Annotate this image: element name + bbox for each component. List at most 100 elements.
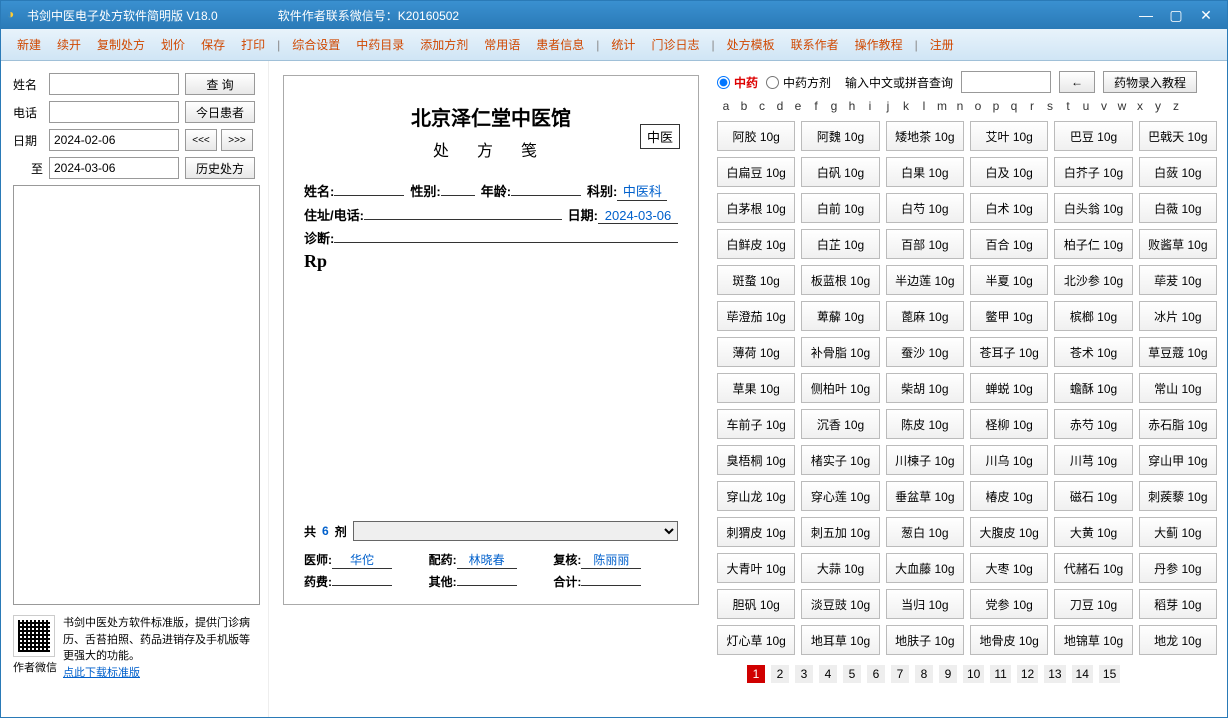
herb-button[interactable]: 大蒜 10g — [801, 553, 879, 583]
herb-button[interactable]: 大枣 10g — [970, 553, 1048, 583]
menu-item-添加方剂[interactable]: 添加方剂 — [412, 32, 476, 57]
alpha-l[interactable]: l — [915, 99, 933, 113]
herb-button[interactable]: 巴豆 10g — [1054, 121, 1132, 151]
herb-button[interactable]: 川楝子 10g — [886, 445, 964, 475]
herb-button[interactable]: 白果 10g — [886, 157, 964, 187]
herb-button[interactable]: 车前子 10g — [717, 409, 795, 439]
herb-button[interactable]: 阿胶 10g — [717, 121, 795, 151]
herb-button[interactable]: 蚕沙 10g — [886, 337, 964, 367]
herb-button[interactable]: 薄荷 10g — [717, 337, 795, 367]
herb-button[interactable]: 白及 10g — [970, 157, 1048, 187]
page-8[interactable]: 8 — [915, 665, 933, 683]
herb-button[interactable]: 百合 10g — [970, 229, 1048, 259]
herb-button[interactable]: 楮实子 10g — [801, 445, 879, 475]
herb-button[interactable]: 川芎 10g — [1054, 445, 1132, 475]
herb-radio[interactable] — [717, 76, 730, 89]
herb-button[interactable]: 椿皮 10g — [970, 481, 1048, 511]
herb-button[interactable]: 半边莲 10g — [886, 265, 964, 295]
rx-date-value[interactable]: 2024-03-06 — [598, 208, 678, 224]
alpha-b[interactable]: b — [735, 99, 753, 113]
herb-button[interactable]: 白芷 10g — [801, 229, 879, 259]
page-3[interactable]: 3 — [795, 665, 813, 683]
herb-button[interactable]: 地骨皮 10g — [970, 625, 1048, 655]
rx-dept-value[interactable]: 中医科 — [617, 181, 667, 201]
herb-button[interactable]: 刺蒺藜 10g — [1139, 481, 1217, 511]
herb-button[interactable]: 穿心莲 10g — [801, 481, 879, 511]
herb-button[interactable]: 大黄 10g — [1054, 517, 1132, 547]
today-patient-button[interactable]: 今日患者 — [185, 101, 255, 123]
page-12[interactable]: 12 — [1017, 665, 1038, 683]
herb-button[interactable]: 垂盆草 10g — [886, 481, 964, 511]
page-7[interactable]: 7 — [891, 665, 909, 683]
herb-button[interactable]: 赤芍 10g — [1054, 409, 1132, 439]
herb-button[interactable]: 白术 10g — [970, 193, 1048, 223]
menu-item-续开[interactable]: 续开 — [49, 32, 89, 57]
alpha-r[interactable]: r — [1023, 99, 1041, 113]
herb-button[interactable]: 大青叶 10g — [717, 553, 795, 583]
alpha-c[interactable]: c — [753, 99, 771, 113]
rx-name-value[interactable] — [334, 195, 404, 196]
herb-button[interactable]: 赤石脂 10g — [1139, 409, 1217, 439]
alpha-s[interactable]: s — [1041, 99, 1059, 113]
alpha-o[interactable]: o — [969, 99, 987, 113]
herb-button[interactable]: 白前 10g — [801, 193, 879, 223]
herb-button[interactable]: 补骨脂 10g — [801, 337, 879, 367]
herb-button[interactable]: 半夏 10g — [970, 265, 1048, 295]
herb-button[interactable]: 白蔹 10g — [1139, 157, 1217, 187]
herb-button[interactable]: 地龙 10g — [1139, 625, 1217, 655]
herb-button[interactable]: 常山 10g — [1139, 373, 1217, 403]
menu-item-常用语[interactable]: 常用语 — [476, 32, 528, 57]
alpha-h[interactable]: h — [843, 99, 861, 113]
alpha-i[interactable]: i — [861, 99, 879, 113]
menu-item-中药目录[interactable]: 中药目录 — [348, 32, 412, 57]
formula-radio[interactable] — [766, 76, 779, 89]
herb-button[interactable]: 党参 10g — [970, 589, 1048, 619]
alpha-y[interactable]: y — [1149, 99, 1167, 113]
alpha-g[interactable]: g — [825, 99, 843, 113]
menu-item-门诊日志[interactable]: 门诊日志 — [643, 32, 707, 57]
herb-button[interactable]: 白芍 10g — [886, 193, 964, 223]
menu-item-打印[interactable]: 打印 — [233, 32, 273, 57]
alpha-a[interactable]: a — [717, 99, 735, 113]
herb-button[interactable]: 磁石 10g — [1054, 481, 1132, 511]
rx-type-tab[interactable]: 中医 — [640, 124, 680, 149]
alpha-j[interactable]: j — [879, 99, 897, 113]
herb-button[interactable]: 艾叶 10g — [970, 121, 1048, 151]
alpha-q[interactable]: q — [1005, 99, 1023, 113]
menu-item-患者信息[interactable]: 患者信息 — [528, 32, 592, 57]
herb-button[interactable]: 穿山甲 10g — [1139, 445, 1217, 475]
page-5[interactable]: 5 — [843, 665, 861, 683]
herb-button[interactable]: 巴戟天 10g — [1139, 121, 1217, 151]
herb-button[interactable]: 地肤子 10g — [886, 625, 964, 655]
alpha-x[interactable]: x — [1131, 99, 1149, 113]
check-value[interactable]: 陈丽丽 — [581, 551, 641, 569]
herb-button[interactable]: 代赭石 10g — [1054, 553, 1132, 583]
herb-button[interactable]: 矮地茶 10g — [886, 121, 964, 151]
back-button[interactable]: ← — [1059, 71, 1095, 93]
page-10[interactable]: 10 — [963, 665, 984, 683]
herb-button[interactable]: 萆薢 10g — [801, 301, 879, 331]
herb-button[interactable]: 沉香 10g — [801, 409, 879, 439]
herb-button[interactable]: 白鲜皮 10g — [717, 229, 795, 259]
herb-button[interactable]: 百部 10g — [886, 229, 964, 259]
rx-addr-value[interactable] — [364, 219, 562, 220]
menu-item-统计[interactable]: 统计 — [603, 32, 643, 57]
alpha-n[interactable]: n — [951, 99, 969, 113]
maximize-button[interactable]: ▢ — [1161, 5, 1191, 25]
alpha-f[interactable]: f — [807, 99, 825, 113]
herb-button[interactable]: 白薇 10g — [1139, 193, 1217, 223]
herb-search-input[interactable] — [961, 71, 1051, 93]
menu-item-综合设置[interactable]: 综合设置 — [284, 32, 348, 57]
alpha-v[interactable]: v — [1095, 99, 1113, 113]
history-rx-button[interactable]: 历史处方 — [185, 157, 255, 179]
pharma-value[interactable]: 林晓春 — [457, 551, 517, 569]
page-1[interactable]: 1 — [747, 665, 765, 683]
total-value[interactable] — [581, 585, 641, 586]
herb-button[interactable]: 胆矾 10g — [717, 589, 795, 619]
herb-button[interactable]: 阿魏 10g — [801, 121, 879, 151]
herb-button[interactable]: 苍耳子 10g — [970, 337, 1048, 367]
fee-value[interactable] — [332, 585, 392, 586]
herb-button[interactable]: 槟榔 10g — [1054, 301, 1132, 331]
herb-button[interactable]: 川乌 10g — [970, 445, 1048, 475]
herb-button[interactable]: 鳖甲 10g — [970, 301, 1048, 331]
